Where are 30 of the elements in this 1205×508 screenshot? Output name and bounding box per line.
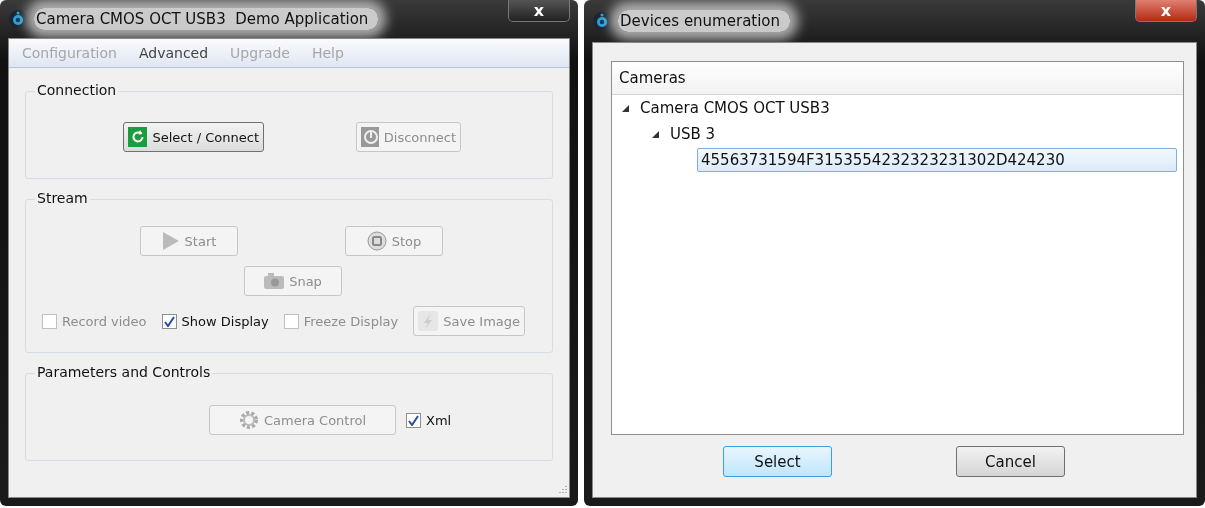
button[interactable]: Select — [723, 446, 832, 477]
button[interactable]: Select / Connect — [123, 122, 264, 152]
group-title: Connection — [35, 82, 119, 98]
group-title: Parameters and Controls — [35, 364, 213, 380]
flash-icon — [418, 311, 439, 331]
close-button[interactable]: x — [1135, 0, 1197, 22]
checkbox[interactable]: Xml — [406, 412, 452, 428]
window-title: Camera CMOS OCT USB3 Demo Application — [34, 8, 379, 30]
group-title: Stream — [35, 190, 90, 206]
expanded-arrow-icon[interactable] — [622, 104, 629, 112]
menu-item[interactable]: Advanced — [138, 45, 209, 61]
check-icon — [408, 414, 419, 426]
tree-item[interactable]: USB 3 — [667, 123, 719, 145]
camera-icon — [264, 273, 285, 289]
tree-item[interactable]: 45563731594F3153554232323231302D424230 — [697, 148, 1177, 172]
app-icon — [8, 9, 28, 29]
expanded-arrow-icon[interactable] — [652, 130, 659, 138]
refresh-icon — [128, 127, 148, 147]
app-icon — [592, 11, 612, 31]
stop-icon — [366, 231, 387, 251]
power-icon — [361, 127, 379, 147]
play-icon — [161, 231, 180, 251]
check-icon — [163, 315, 175, 327]
resize-grip-icon[interactable] — [557, 485, 567, 495]
button[interactable]: Cancel — [956, 446, 1065, 477]
checkbox[interactable]: Show Display — [161, 313, 269, 329]
tree-item[interactable]: Camera CMOS OCT USB3 — [637, 97, 833, 119]
close-button[interactable]: x — [508, 0, 570, 22]
gear-icon — [238, 410, 259, 430]
window-title: Devices enumeration — [618, 10, 791, 32]
